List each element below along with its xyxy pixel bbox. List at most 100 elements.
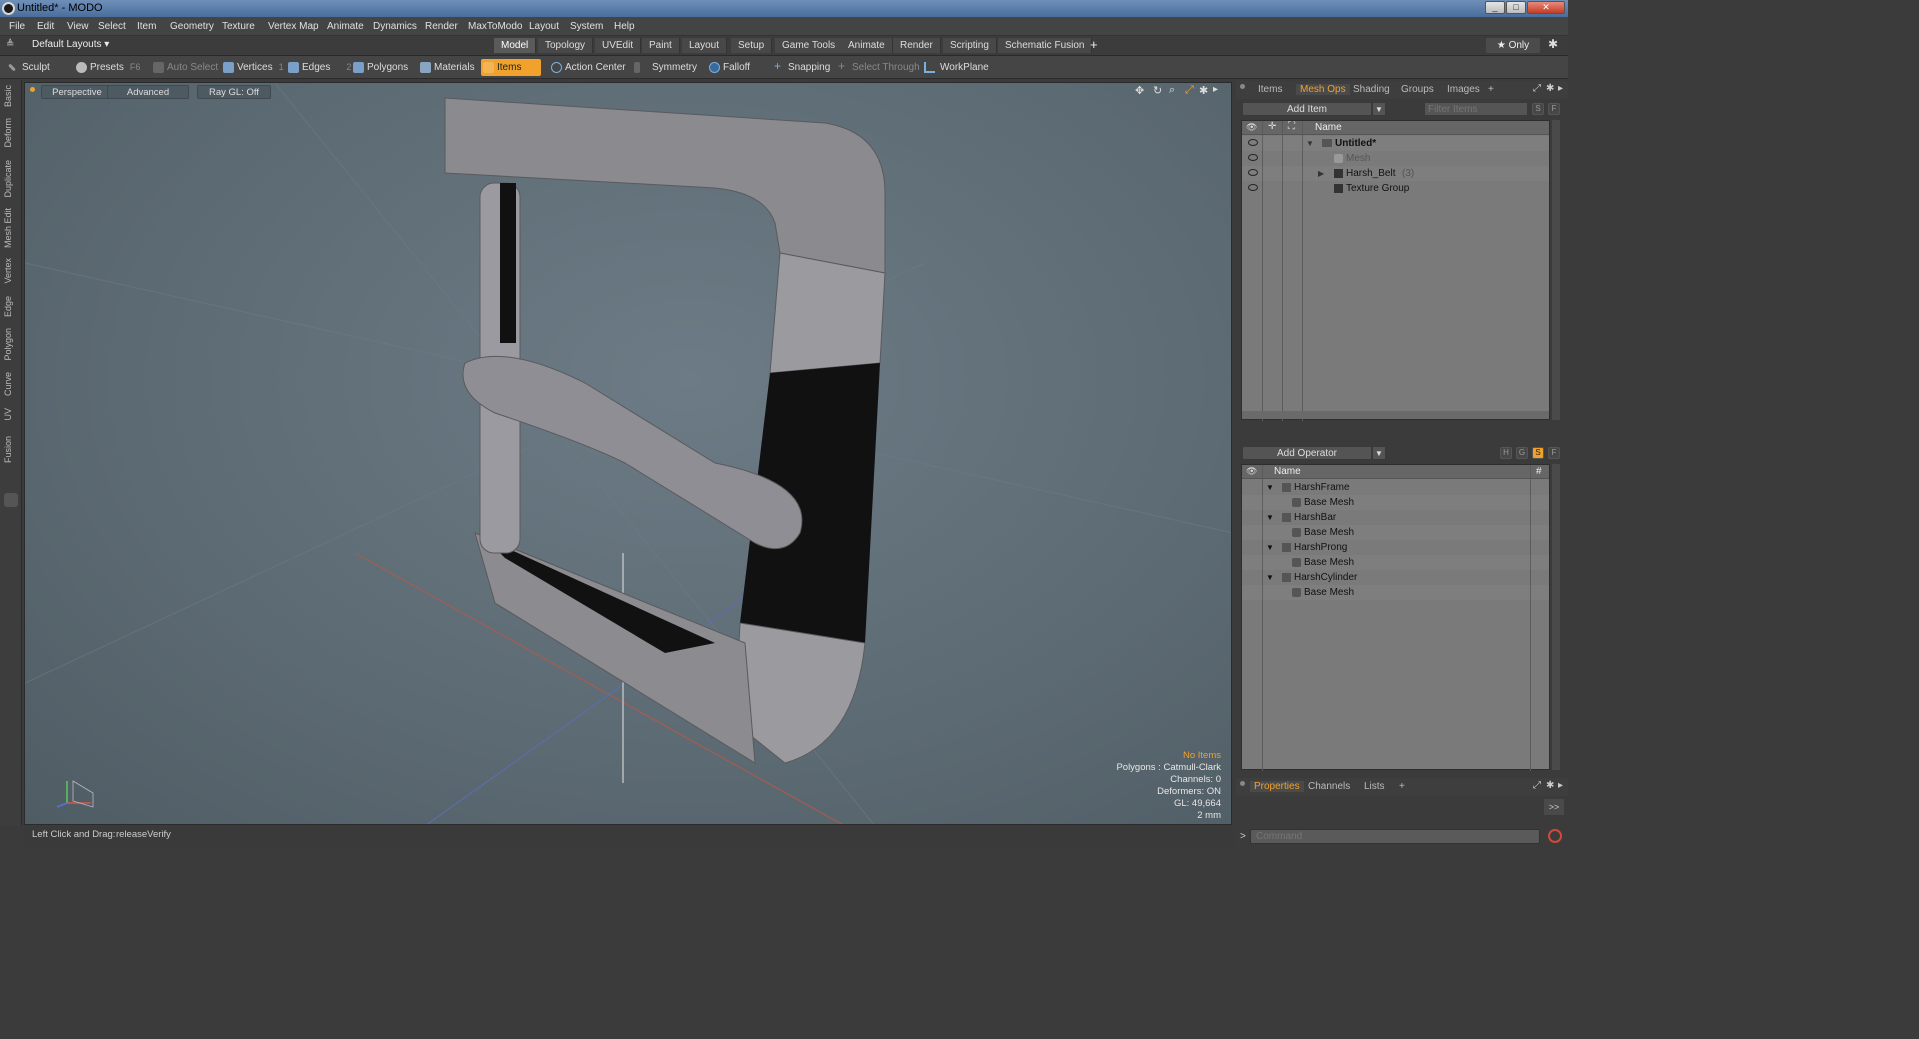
vtab-deform[interactable]: Deform bbox=[3, 118, 19, 148]
close-button[interactable]: ✕ bbox=[1527, 1, 1565, 14]
tab-topology[interactable]: Topology bbox=[538, 38, 594, 53]
expand-arrow[interactable]: ▶ bbox=[1318, 166, 1324, 181]
tab-scripting[interactable]: Scripting bbox=[943, 38, 997, 53]
menu-maxtomodo[interactable]: MaxToModo bbox=[468, 21, 522, 32]
add-panel-tab-button[interactable]: + bbox=[1488, 84, 1494, 95]
vtab-uv[interactable]: UV bbox=[3, 408, 19, 421]
menu-animate[interactable]: Animate bbox=[327, 21, 364, 32]
operator-row-base-mesh[interactable]: Base Mesh bbox=[1242, 555, 1549, 570]
tab-channels[interactable]: Channels bbox=[1308, 781, 1350, 792]
workplane-button[interactable]: WorkPlane bbox=[922, 59, 989, 76]
filter-items-input[interactable] bbox=[1424, 102, 1528, 116]
operator-row-base-mesh[interactable]: Base Mesh bbox=[1242, 585, 1549, 600]
tab-groups[interactable]: Groups bbox=[1401, 84, 1434, 95]
polygons-button[interactable]: Polygons bbox=[351, 59, 408, 76]
visibility-eye-icon[interactable] bbox=[1248, 154, 1258, 161]
minimize-button[interactable]: _ bbox=[1485, 1, 1505, 14]
expand-arrow-icon[interactable]: ▼ bbox=[1266, 570, 1274, 585]
panel-expand-icon[interactable]: ⤢ bbox=[1533, 83, 1541, 94]
maximize-button[interactable]: □ bbox=[1506, 1, 1526, 14]
tab-layout[interactable]: Layout bbox=[682, 38, 728, 53]
panel-arrow-icon[interactable]: ▸ bbox=[1558, 780, 1563, 791]
snapping-button[interactable]: + Snapping bbox=[772, 59, 830, 76]
tab-shading[interactable]: Shading bbox=[1353, 84, 1390, 95]
operator-row-harshcylinder[interactable]: ▼ HarshCylinder bbox=[1242, 570, 1549, 585]
expand-arrow-icon[interactable]: ▼ bbox=[1266, 540, 1274, 555]
vtab-basic[interactable]: Basic bbox=[3, 85, 19, 107]
tree-row-texture-group[interactable]: Texture Group bbox=[1242, 181, 1549, 196]
tab-game-tools[interactable]: Game Tools bbox=[775, 38, 844, 53]
vtab-edge[interactable]: Edge bbox=[3, 296, 19, 317]
sculpt-button[interactable]: Sculpt bbox=[6, 59, 50, 76]
operator-s-button[interactable]: S bbox=[1532, 447, 1544, 459]
items-vertical-scrollbar[interactable] bbox=[1552, 120, 1560, 420]
operator-row-harshframe[interactable]: ▼ HarshFrame bbox=[1242, 480, 1549, 495]
lock-column-icon[interactable]: ✛ bbox=[1268, 121, 1276, 132]
visibility-column-icon[interactable]: 👁 bbox=[1246, 122, 1257, 133]
tab-mesh-ops[interactable]: Mesh Ops bbox=[1296, 84, 1350, 95]
operator-row-base-mesh[interactable]: Base Mesh bbox=[1242, 525, 1549, 540]
mesh-ops-vertical-scrollbar[interactable] bbox=[1552, 464, 1560, 770]
vtab-fusion[interactable]: Fusion bbox=[3, 436, 19, 463]
menu-file[interactable]: File bbox=[9, 21, 25, 32]
menu-system[interactable]: System bbox=[570, 21, 603, 32]
name-column-header[interactable]: Name bbox=[1315, 122, 1342, 133]
menu-vertex-map[interactable]: Vertex Map bbox=[268, 21, 319, 32]
vertices-button[interactable]: Vertices 1 bbox=[221, 59, 284, 76]
palette-toggle-button[interactable] bbox=[4, 493, 18, 507]
record-macro-icon[interactable] bbox=[1548, 829, 1562, 843]
panel-gear-icon[interactable]: ✱ bbox=[1546, 780, 1554, 791]
panel-menu-icon[interactable] bbox=[1240, 781, 1245, 786]
menu-help[interactable]: Help bbox=[614, 21, 635, 32]
add-operator-button[interactable]: Add Operator bbox=[1242, 446, 1372, 460]
tab-model[interactable]: Model bbox=[494, 38, 537, 53]
vtab-polygon[interactable]: Polygon bbox=[3, 328, 19, 361]
vtab-vertex[interactable]: Vertex bbox=[3, 258, 19, 284]
menu-view[interactable]: View bbox=[67, 21, 89, 32]
type-column-icon[interactable]: ⛶ bbox=[1288, 121, 1295, 132]
menu-texture[interactable]: Texture bbox=[222, 21, 255, 32]
operator-h-button[interactable]: H bbox=[1500, 447, 1512, 459]
horizontal-scrollbar[interactable] bbox=[1242, 411, 1549, 419]
visibility-eye-icon[interactable] bbox=[1248, 184, 1258, 191]
add-operator-dropdown-icon[interactable]: ▼ bbox=[1372, 446, 1386, 460]
tab-setup[interactable]: Setup bbox=[731, 38, 773, 53]
operator-g-button[interactable]: G bbox=[1516, 447, 1528, 459]
tab-items[interactable]: Items bbox=[1258, 84, 1282, 95]
panel-arrow-icon[interactable]: ▸ bbox=[1558, 83, 1563, 94]
tab-render[interactable]: Render bbox=[893, 38, 941, 53]
vtab-duplicate[interactable]: Duplicate bbox=[3, 160, 19, 198]
action-center-button[interactable]: Action Center bbox=[549, 59, 626, 76]
tree-row-mesh[interactable]: Mesh bbox=[1242, 151, 1549, 166]
materials-button[interactable]: Materials bbox=[418, 59, 475, 76]
auto-select-button[interactable]: Auto Select bbox=[151, 59, 218, 76]
operator-row-base-mesh[interactable]: Base Mesh bbox=[1242, 495, 1549, 510]
vtab-mesh-edit[interactable]: Mesh Edit bbox=[3, 208, 19, 248]
tab-lists[interactable]: Lists bbox=[1364, 781, 1385, 792]
tab-paint[interactable]: Paint bbox=[642, 38, 680, 53]
3d-viewport[interactable]: Perspective Advanced Ray GL: Off ✥ ↻ ⌕ ⤢… bbox=[24, 82, 1232, 825]
visibility-eye-icon[interactable] bbox=[1248, 169, 1258, 176]
add-item-button[interactable]: Add Item bbox=[1242, 102, 1372, 116]
panel-gear-icon[interactable]: ✱ bbox=[1546, 83, 1554, 94]
layout-dropdown[interactable]: Default Layouts ▾ bbox=[32, 39, 109, 50]
tab-schematic-fusion[interactable]: Schematic Fusion bbox=[998, 38, 1093, 53]
filter-s-button[interactable]: S bbox=[1532, 103, 1544, 115]
expand-arrow[interactable]: ▼ bbox=[1306, 136, 1314, 151]
command-input[interactable] bbox=[1250, 829, 1540, 844]
menu-edit[interactable]: Edit bbox=[37, 21, 54, 32]
symmetry-button[interactable]: Symmetry bbox=[632, 59, 697, 76]
items-button[interactable]: Items bbox=[481, 59, 541, 76]
menu-dynamics[interactable]: Dynamics bbox=[373, 21, 417, 32]
tab-properties[interactable]: Properties bbox=[1250, 781, 1304, 792]
operator-f-button[interactable]: F bbox=[1548, 447, 1560, 459]
layouts-icon[interactable]: ≜ bbox=[6, 39, 14, 50]
add-tab-button[interactable]: + bbox=[1090, 37, 1098, 52]
name-column-header[interactable]: Name bbox=[1274, 466, 1301, 477]
visibility-eye-icon[interactable] bbox=[1248, 139, 1258, 146]
filter-f-button[interactable]: F bbox=[1548, 103, 1560, 115]
operator-row-harshprong[interactable]: ▼ HarshProng bbox=[1242, 540, 1549, 555]
gear-icon[interactable]: ✱ bbox=[1548, 37, 1558, 51]
presets-button[interactable]: Presets F6 bbox=[74, 59, 140, 76]
select-through-button[interactable]: + Select Through bbox=[836, 59, 920, 76]
